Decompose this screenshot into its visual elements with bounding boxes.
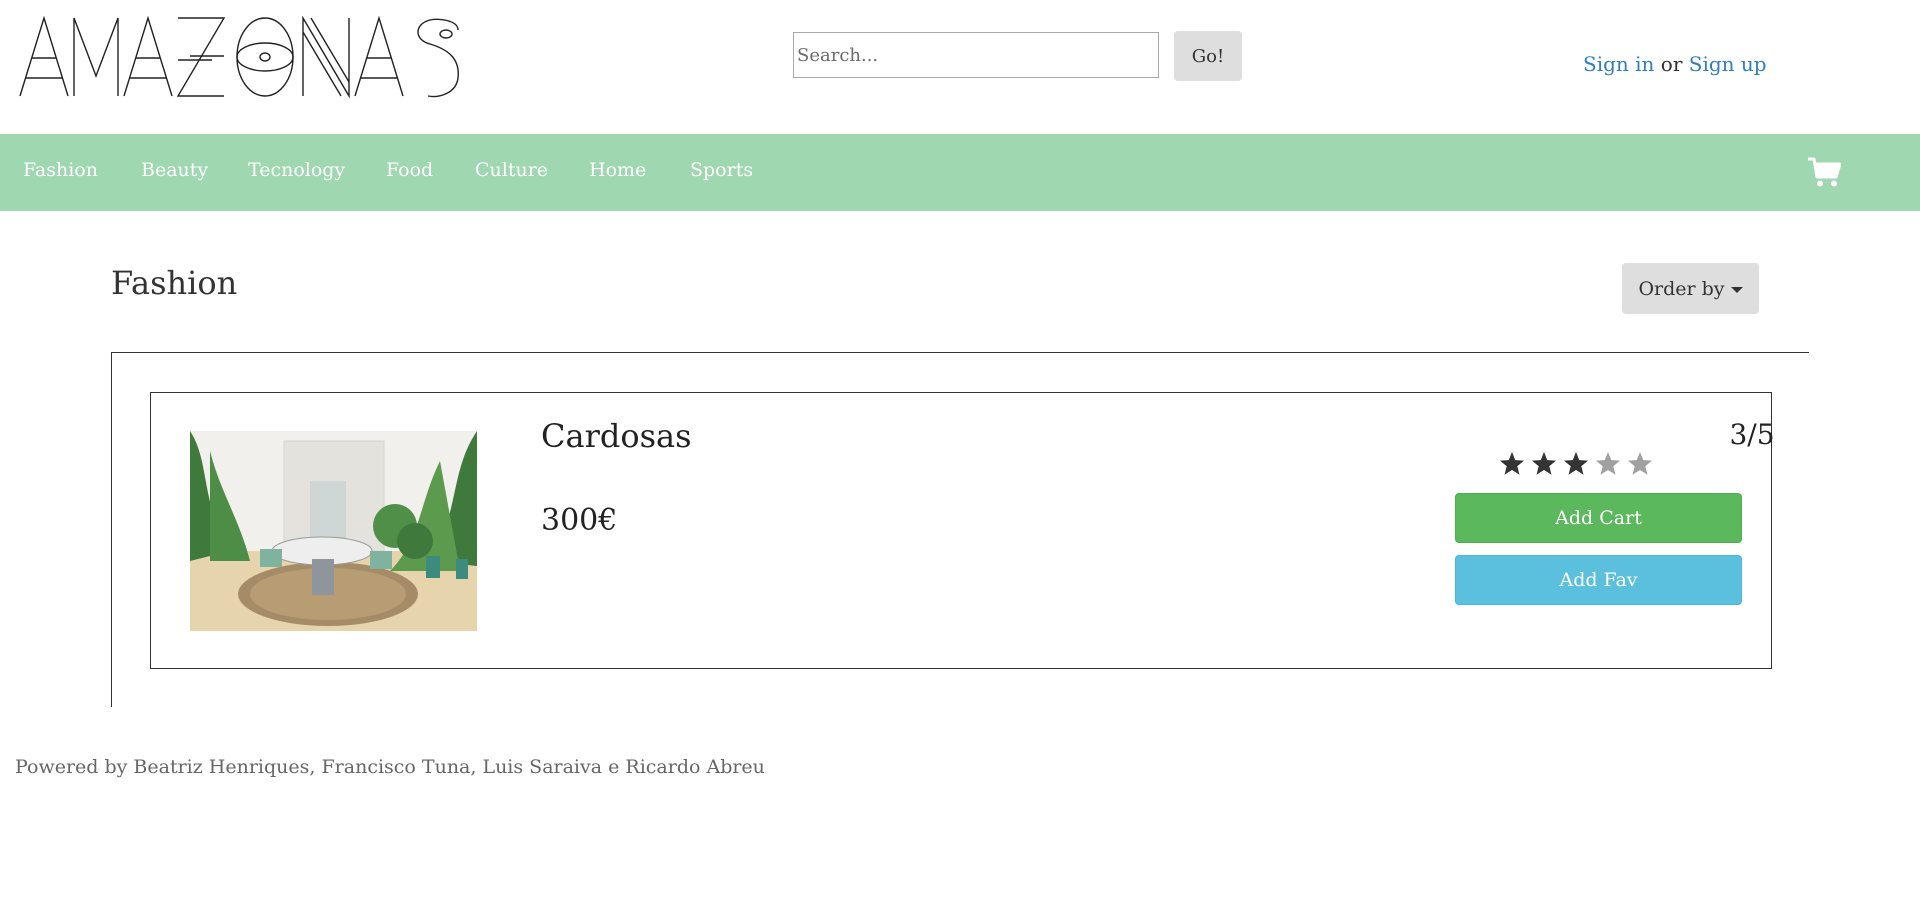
star-empty-icon <box>1628 452 1652 475</box>
category-navbar: Fashion Beauty Tecnology Food Culture Ho… <box>0 134 1920 211</box>
product-price: 300€ <box>541 503 618 538</box>
product-rating-text: 3/5 <box>1729 418 1775 451</box>
nav-item-fashion[interactable]: Fashion <box>23 159 98 181</box>
caret-down-icon <box>1730 286 1743 293</box>
auth-links: Sign in or Sign up <box>1583 52 1767 76</box>
nav-item-tecnology[interactable]: Tecnology <box>248 159 345 181</box>
amazonas-logo[interactable] <box>18 16 464 102</box>
nav-item-sports[interactable]: Sports <box>690 159 753 181</box>
nav-item-beauty[interactable]: Beauty <box>141 159 208 181</box>
sign-in-link[interactable]: Sign in <box>1583 52 1654 76</box>
order-by-dropdown[interactable]: Order by <box>1622 263 1759 314</box>
star-filled-icon <box>1532 452 1556 475</box>
star-filled-icon <box>1500 452 1524 475</box>
auth-separator: or <box>1660 52 1683 76</box>
star-empty-icon <box>1596 452 1620 475</box>
order-by-label: Order by <box>1638 277 1725 300</box>
product-image[interactable] <box>190 431 477 631</box>
search-go-button[interactable]: Go! <box>1174 31 1242 81</box>
search-input[interactable] <box>793 32 1159 78</box>
product-card: Cardosas 300€ 3/5 Add Cart Add Fav <box>150 392 1775 669</box>
star-filled-icon <box>1564 452 1588 475</box>
add-cart-button[interactable]: Add Cart <box>1455 493 1742 543</box>
nav-item-culture[interactable]: Culture <box>475 159 548 181</box>
nav-item-home[interactable]: Home <box>589 159 646 181</box>
product-name[interactable]: Cardosas <box>541 417 692 455</box>
page-title: Fashion <box>111 264 238 302</box>
footer-credits: Powered by Beatriz Henriques, Francisco … <box>15 756 765 778</box>
sign-up-link[interactable]: Sign up <box>1689 52 1767 76</box>
shopping-cart-icon[interactable] <box>1807 156 1841 188</box>
site-header: Go! Sign in or Sign up <box>0 0 1920 134</box>
nav-item-food[interactable]: Food <box>386 159 433 181</box>
add-fav-button[interactable]: Add Fav <box>1455 555 1742 605</box>
